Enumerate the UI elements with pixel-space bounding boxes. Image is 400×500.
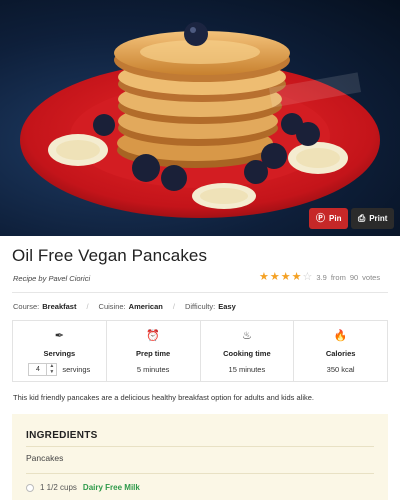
servings-label: Servings (43, 349, 76, 358)
pin-label: Pin (329, 214, 342, 223)
divider (26, 446, 374, 447)
meta-separator: / (172, 302, 175, 311)
divider (26, 473, 374, 474)
cuisine-label: Cuisine: (98, 302, 126, 311)
flame-icon: 🔥 (333, 330, 348, 342)
ingredient-name[interactable]: Dairy Free Milk (83, 483, 140, 492)
pinterest-icon: Ⓟ (316, 213, 326, 223)
cuisine-value[interactable]: American (129, 302, 163, 311)
ingredient-amount: 1 1/2 cups (40, 483, 77, 492)
author-prefix: Recipe by (13, 274, 47, 283)
rating-votes-label: votes (362, 273, 381, 282)
star-outline-icon[interactable]: ☆ (303, 272, 313, 283)
rating[interactable]: ★ ★ ★ ★ ☆ 3.9 from 90 votes (259, 272, 380, 283)
print-button[interactable]: ⎙ Print (351, 208, 395, 229)
calories-value: 350 kcal (326, 365, 355, 374)
decrement-icon[interactable]: ▼ (49, 369, 54, 376)
ingredient-item[interactable]: 1 1/2 cups Dairy Free Milk (26, 483, 140, 492)
print-label: Print (369, 214, 388, 223)
difficulty-label: Difficulty: (184, 302, 216, 311)
cooking-label: Cooking time (223, 349, 271, 358)
rating-stars[interactable]: ★ ★ ★ ★ ☆ (259, 272, 312, 283)
recipe-stats: ✒ Servings 4 ▲ ▼ servings ⏰ Prep time 5 … (12, 320, 388, 382)
star-icon[interactable]: ★ (292, 272, 302, 283)
clock-icon: ⏰ (146, 330, 160, 342)
pot-icon: ♨ (241, 330, 252, 342)
author-name[interactable]: Pavel Ciorici (48, 274, 90, 283)
rating-value: 3.9 (316, 273, 327, 282)
hero-image: Ⓟ Pin ⎙ Print (0, 0, 400, 236)
star-icon[interactable]: ★ (270, 272, 280, 283)
printer-icon: ⎙ (358, 213, 366, 223)
meta-separator: / (86, 302, 89, 311)
pin-button[interactable]: Ⓟ Pin (309, 208, 349, 229)
stat-servings: ✒ Servings 4 ▲ ▼ servings (13, 321, 107, 381)
calories-label: Calories (325, 349, 356, 358)
course-label: Course: (13, 302, 40, 311)
servings-icon: ✒ (54, 330, 64, 342)
rating-votes: 90 (349, 273, 359, 282)
recipe-author: Recipe by Pavel Ciorici (13, 274, 90, 283)
ingredient-checkbox[interactable] (26, 483, 34, 492)
servings-stepper[interactable]: 4 ▲ ▼ (28, 363, 58, 376)
recipe-meta: Course: Breakfast / Cuisine: American / … (13, 302, 236, 311)
stat-prep-time: ⏰ Prep time 5 minutes (107, 321, 201, 381)
servings-input[interactable]: 4 (29, 364, 48, 375)
ingredients-group: Pancakes (26, 453, 64, 463)
difficulty-value: Easy (218, 302, 236, 311)
ingredients-heading: INGREDIENTS (26, 430, 98, 441)
recipe-title: Oil Free Vegan Pancakes (12, 246, 208, 265)
cooking-value: 15 minutes (228, 365, 266, 374)
servings-unit: servings (62, 365, 91, 374)
servings-control: 4 ▲ ▼ servings (28, 363, 90, 376)
course-value[interactable]: Breakfast (42, 302, 76, 311)
recipe-description: This kid friendly pancakes are a delicio… (13, 393, 314, 402)
prep-label: Prep time (136, 349, 171, 358)
ingredients-section: INGREDIENTS Pancakes 1 1/2 cups Dairy Fr… (12, 414, 388, 500)
star-icon[interactable]: ★ (259, 272, 269, 283)
rating-from: from (330, 273, 346, 282)
star-icon[interactable]: ★ (281, 272, 291, 283)
divider (12, 292, 388, 293)
pancake-stack-photo (20, 22, 380, 218)
stepper-arrows[interactable]: ▲ ▼ (47, 363, 56, 376)
stat-calories: 🔥 Calories 350 kcal (294, 321, 387, 381)
stat-cooking-time: ♨ Cooking time 15 minutes (201, 321, 295, 381)
prep-value: 5 minutes (136, 365, 170, 374)
